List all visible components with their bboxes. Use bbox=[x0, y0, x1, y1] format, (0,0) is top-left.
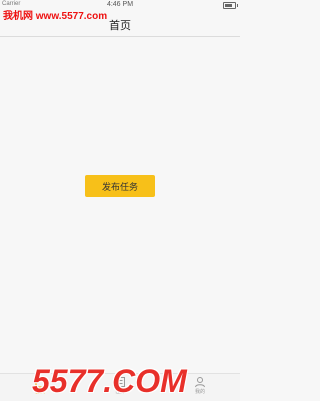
battery-icon bbox=[223, 2, 238, 9]
main-content: 发布任务 bbox=[0, 37, 240, 373]
watermark-top: 我机网 www.5577.com bbox=[3, 11, 108, 22]
watermark-bottom: 5577.COM bbox=[32, 363, 187, 399]
publish-task-button[interactable]: 发布任务 bbox=[85, 175, 155, 197]
user-icon bbox=[195, 377, 205, 388]
